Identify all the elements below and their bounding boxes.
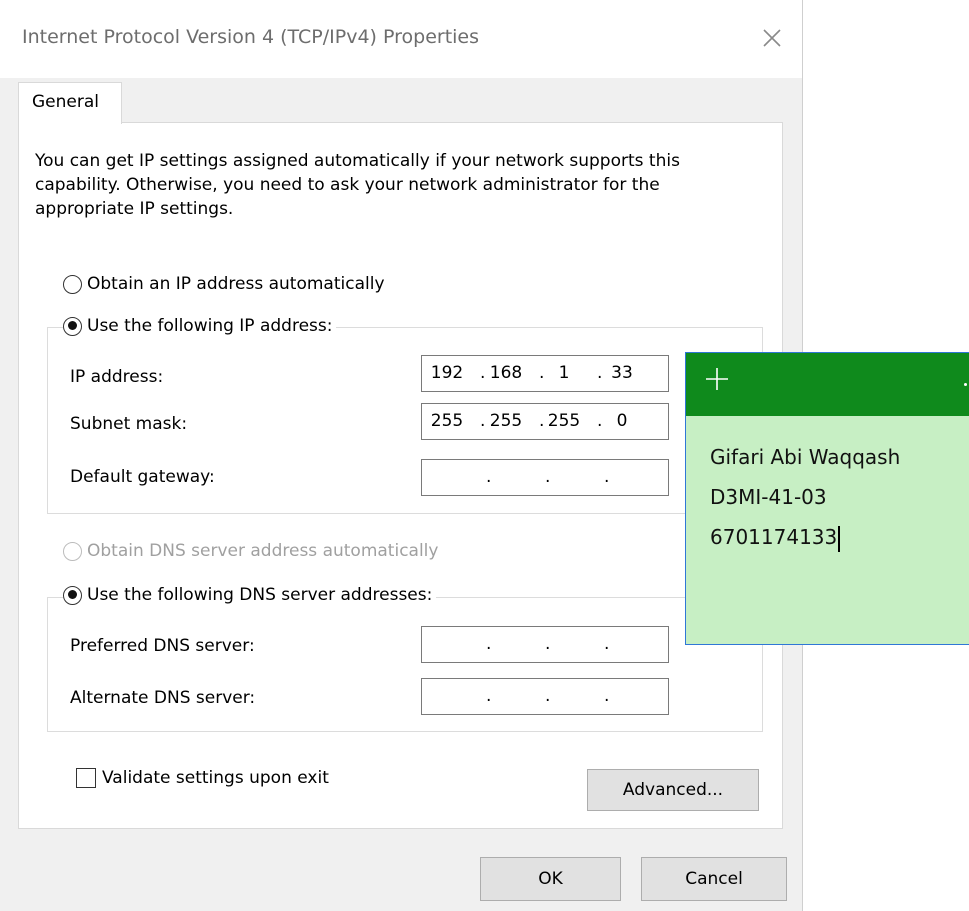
advanced-button[interactable]: Advanced... bbox=[587, 769, 759, 811]
validate-settings-checkbox[interactable]: Validate settings upon exit bbox=[76, 768, 329, 788]
close-icon bbox=[763, 29, 781, 47]
alternate-dns-label: Alternate DNS server: bbox=[70, 688, 256, 708]
octet: 255 bbox=[547, 411, 581, 431]
obtain-ip-auto-label: Obtain an IP address automatically bbox=[87, 274, 385, 294]
title-bar: Internet Protocol Version 4 (TCP/IPv4) P… bbox=[0, 0, 802, 78]
octet-separator: . bbox=[480, 411, 486, 431]
plus-icon bbox=[706, 368, 728, 390]
obtain-dns-auto-label: Obtain DNS server address automatically bbox=[87, 541, 439, 561]
subnet-mask-label: Subnet mask: bbox=[70, 414, 188, 434]
octet-separator: . bbox=[604, 467, 610, 487]
note-line-3[interactable]: 6701174133 bbox=[710, 525, 840, 552]
default-gateway-field[interactable]: . . . bbox=[421, 459, 669, 496]
preferred-dns-field[interactable]: . . . bbox=[421, 626, 669, 663]
alternate-dns-field[interactable]: . . . bbox=[421, 678, 669, 715]
subnet-mask-field[interactable]: 255 . 255 . 255 . 0 bbox=[421, 403, 669, 440]
radio-checked-icon bbox=[63, 585, 82, 605]
obtain-dns-auto-radio[interactable]: Obtain DNS server address automatically bbox=[63, 541, 443, 561]
note-line-1[interactable]: Gifari Abi Waqqash bbox=[710, 445, 900, 469]
octet-separator: . bbox=[486, 686, 492, 706]
ok-button[interactable]: OK bbox=[480, 857, 621, 901]
obtain-ip-auto-radio[interactable]: Obtain an IP address automatically bbox=[63, 274, 389, 294]
octet-separator: . bbox=[604, 634, 610, 654]
text-cursor bbox=[838, 525, 840, 552]
radio-checked-icon bbox=[63, 316, 82, 336]
octet: 192 bbox=[430, 363, 464, 383]
ip-address-label: IP address: bbox=[70, 367, 164, 387]
menu-dot-icon[interactable] bbox=[964, 383, 967, 386]
close-button[interactable] bbox=[756, 22, 788, 54]
preferred-dns-label: Preferred DNS server: bbox=[70, 636, 255, 656]
validate-settings-label: Validate settings upon exit bbox=[102, 768, 329, 788]
octet: 1 bbox=[558, 363, 570, 383]
octet-separator: . bbox=[604, 686, 610, 706]
octet: 255 bbox=[430, 411, 464, 431]
octet-separator: . bbox=[545, 686, 551, 706]
note-line-3-text: 6701174133 bbox=[710, 525, 838, 549]
use-following-ip-radio[interactable]: Use the following IP address: bbox=[63, 316, 337, 336]
octet-separator: . bbox=[545, 467, 551, 487]
cancel-button[interactable]: Cancel bbox=[641, 857, 787, 901]
tab-general[interactable]: General bbox=[18, 82, 122, 124]
note-line-2[interactable]: D3MI-41-03 bbox=[710, 485, 827, 509]
octet: 168 bbox=[489, 363, 523, 383]
use-following-ip-label: Use the following IP address: bbox=[87, 316, 333, 336]
ipv4-properties-dialog: Internet Protocol Version 4 (TCP/IPv4) P… bbox=[0, 0, 803, 911]
intro-text: You can get IP settings assigned automat… bbox=[35, 151, 680, 219]
octet-separator: . bbox=[486, 634, 492, 654]
octet-separator: . bbox=[486, 467, 492, 487]
tab-general-label: General bbox=[32, 92, 99, 112]
use-following-dns-label: Use the following DNS server addresses: bbox=[87, 585, 433, 605]
window-title: Internet Protocol Version 4 (TCP/IPv4) P… bbox=[22, 26, 480, 48]
ip-address-field[interactable]: 192 . 168 . 1 . 33 bbox=[421, 355, 669, 392]
octet: 33 bbox=[611, 363, 633, 383]
add-note-button[interactable] bbox=[704, 366, 730, 392]
sticky-note[interactable]: Gifari Abi Waqqash D3MI-41-03 6701174133 bbox=[685, 352, 969, 645]
octet-separator: . bbox=[545, 634, 551, 654]
checkbox-unchecked-icon bbox=[76, 768, 96, 788]
radio-disabled-icon bbox=[63, 541, 82, 561]
radio-unchecked-icon bbox=[63, 274, 82, 294]
octet-separator: . bbox=[480, 363, 486, 383]
octet: 255 bbox=[489, 411, 523, 431]
use-following-dns-radio[interactable]: Use the following DNS server addresses: bbox=[63, 585, 437, 605]
octet: 0 bbox=[616, 411, 628, 431]
sticky-note-header bbox=[686, 353, 969, 416]
default-gateway-label: Default gateway: bbox=[70, 467, 215, 487]
